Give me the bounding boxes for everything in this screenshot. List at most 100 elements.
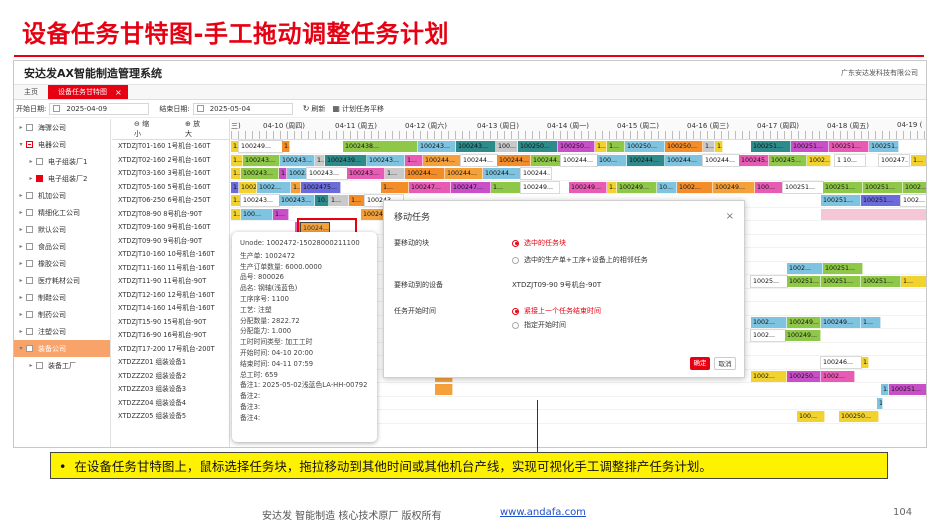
confirm-button[interactable]: 确定 (690, 357, 710, 370)
task-bar[interactable]: 100251... (861, 195, 901, 206)
task-bar[interactable]: 1002... (821, 370, 855, 382)
task-bar[interactable]: 100243... (280, 154, 315, 166)
resource-row[interactable]: XTDZJT08-90 8号机台-90T (112, 208, 229, 222)
task-bar[interactable]: 100244... (627, 154, 665, 166)
tree-checkbox[interactable] (26, 277, 33, 284)
task-bar[interactable]: 1002438... (343, 141, 418, 152)
refresh-button[interactable]: ↻ 刷新 (303, 104, 326, 114)
task-bar[interactable]: 100244... (483, 168, 521, 179)
caret-right-icon[interactable]: ▸ (16, 328, 26, 335)
task-bar[interactable]: 100244... (423, 154, 461, 166)
task-bar[interactable]: 100249... (821, 316, 861, 328)
task-bar[interactable]: 100251... (821, 195, 861, 206)
task-bar[interactable]: 10... (657, 181, 677, 193)
task-bar[interactable]: 100247... (409, 181, 451, 193)
task-bar[interactable]: 100251... (889, 384, 926, 395)
task-bar[interactable]: 1002... (239, 181, 257, 193)
resource-row[interactable]: XTDZJT11-90 11号机台-90T (112, 275, 229, 289)
tree-checkbox[interactable] (36, 175, 43, 182)
radio-adjacent-tasks[interactable]: 选中的生产单+工序+设备上的相邻任务 (512, 255, 648, 265)
task-bar[interactable]: 100251... (787, 276, 821, 287)
task-bar[interactable]: 1002... (900, 194, 926, 207)
task-bar[interactable]: 1... (381, 181, 409, 193)
task-bar[interactable]: 1... (231, 141, 239, 152)
tree-item[interactable]: ▸ 精细化工公司 (14, 204, 110, 221)
task-bar[interactable]: 100244... (560, 153, 598, 167)
task-bar[interactable]: 100249... (569, 181, 607, 193)
task-bar[interactable]: 1... (231, 168, 241, 179)
resource-row[interactable]: XTDZJT09-160 9号机台-160T (112, 221, 229, 235)
task-bar[interactable]: 100249... (713, 181, 755, 193)
task-bar[interactable]: 100245... (769, 154, 807, 166)
task-bar[interactable]: 1002... (750, 329, 786, 342)
task-bar[interactable]: 100244... (520, 167, 552, 180)
caret-right-icon[interactable]: ▸ (16, 226, 26, 233)
tree-checkbox[interactable] (26, 311, 33, 318)
task-bar[interactable]: 1002... (807, 154, 831, 166)
task-bar[interactable]: 1... (861, 316, 881, 328)
task-bar[interactable]: 100251... (823, 181, 863, 193)
task-bar[interactable]: 100243... (418, 141, 456, 152)
caret-down-icon[interactable]: ▾ (16, 345, 26, 352)
resource-row[interactable]: XTDZJT15-90 15号机台-90T (112, 316, 229, 330)
resource-row[interactable]: XTDZJT10-160 10号机台-160T (112, 248, 229, 262)
task-bar[interactable]: 1... (349, 195, 365, 206)
task-bar[interactable]: 1002439... (325, 154, 367, 166)
task-bar[interactable]: 1002... (903, 181, 926, 193)
task-bar[interactable]: 100251... (861, 276, 901, 287)
close-icon[interactable]: × (726, 211, 734, 222)
task-bar[interactable]: 100... (797, 411, 825, 422)
caret-right-icon[interactable]: ▸ (26, 362, 36, 369)
radio-selected-block[interactable]: 选中的任务块 (512, 238, 566, 248)
task-bar[interactable]: 1002... (287, 168, 307, 179)
task-bar[interactable]: 100244... (405, 168, 445, 179)
task-bar[interactable]: 1... (861, 357, 869, 368)
task-bar[interactable]: 1... (385, 168, 405, 179)
tree-checkbox[interactable] (36, 158, 43, 165)
task-bar[interactable]: 100250... (518, 141, 558, 152)
task-bar[interactable]: 100251... (829, 141, 869, 152)
tree-item[interactable]: ▸ 机加公司 (14, 187, 110, 204)
task-bar[interactable]: 1... (607, 181, 617, 193)
task-bar[interactable]: 1... (273, 208, 289, 220)
resource-row[interactable]: XTDZZZ01 组装设备1 (112, 356, 229, 370)
resource-row[interactable]: XTDZJT12-160 12号机台-160T (112, 289, 229, 303)
task-bar[interactable]: 100243... (347, 168, 385, 179)
task-bar[interactable]: 100244... (531, 154, 561, 166)
task-bar[interactable]: 100249... (787, 316, 821, 328)
task-bar[interactable]: 1... (715, 141, 723, 152)
resource-row[interactable]: XTDZZZ03 组装设备3 (112, 383, 229, 397)
task-bar[interactable]: 1... (315, 154, 325, 166)
tree-checkbox[interactable] (36, 362, 43, 369)
tree-item[interactable]: ▸ 医疗耗材公司 (14, 272, 110, 289)
task-bar[interactable]: 1... (881, 384, 889, 395)
task-bar[interactable]: 1... (703, 141, 715, 152)
tree-checkbox[interactable] (26, 124, 33, 131)
task-bar[interactable]: 1002... (751, 316, 787, 328)
task-bar[interactable]: 1... (231, 208, 241, 220)
resource-row[interactable]: XTDZJT02-160 2号机台-160T (112, 154, 229, 168)
task-bar[interactable]: 100243... (456, 141, 496, 152)
task-bar[interactable]: 100243... (367, 154, 405, 166)
caret-right-icon[interactable]: ▸ (16, 311, 26, 318)
resource-row[interactable]: XTDZZZ02 组装设备2 (112, 370, 229, 384)
task-bar[interactable]: 100244... (665, 154, 703, 166)
task-bar[interactable]: 100250... (787, 370, 821, 382)
tree-item[interactable]: ▸ 装备工厂 (14, 357, 110, 374)
resource-row[interactable]: XTDZZZ04 组装设备4 (112, 397, 229, 411)
caret-right-icon[interactable]: ▸ (16, 124, 26, 131)
task-bar[interactable]: 100251... (782, 180, 824, 194)
resource-row[interactable]: XTDZJT11-160 11号机台-160T (112, 262, 229, 276)
tab-close-icon[interactable]: × (115, 88, 122, 97)
tree-item[interactable]: ▸ 制鞋公司 (14, 289, 110, 306)
task-bar[interactable]: 100250... (625, 141, 665, 152)
end-date-input[interactable]: 2025-05-04 (192, 102, 293, 115)
task-bar[interactable]: 1002475... (301, 181, 341, 193)
task-bar[interactable]: 100249... (520, 180, 560, 194)
tree-item[interactable]: ▸ 橡胶公司 (14, 255, 110, 272)
task-bar[interactable]: 100246... (820, 356, 862, 369)
resource-row[interactable]: XTDZJT03-160 3号机台-160T (112, 167, 229, 181)
tree-item[interactable]: ▸ 电子组装厂2 (14, 170, 110, 187)
task-bar[interactable]: 1... (901, 276, 926, 287)
tree-item[interactable]: ▸ 电子组装厂1 (14, 153, 110, 170)
